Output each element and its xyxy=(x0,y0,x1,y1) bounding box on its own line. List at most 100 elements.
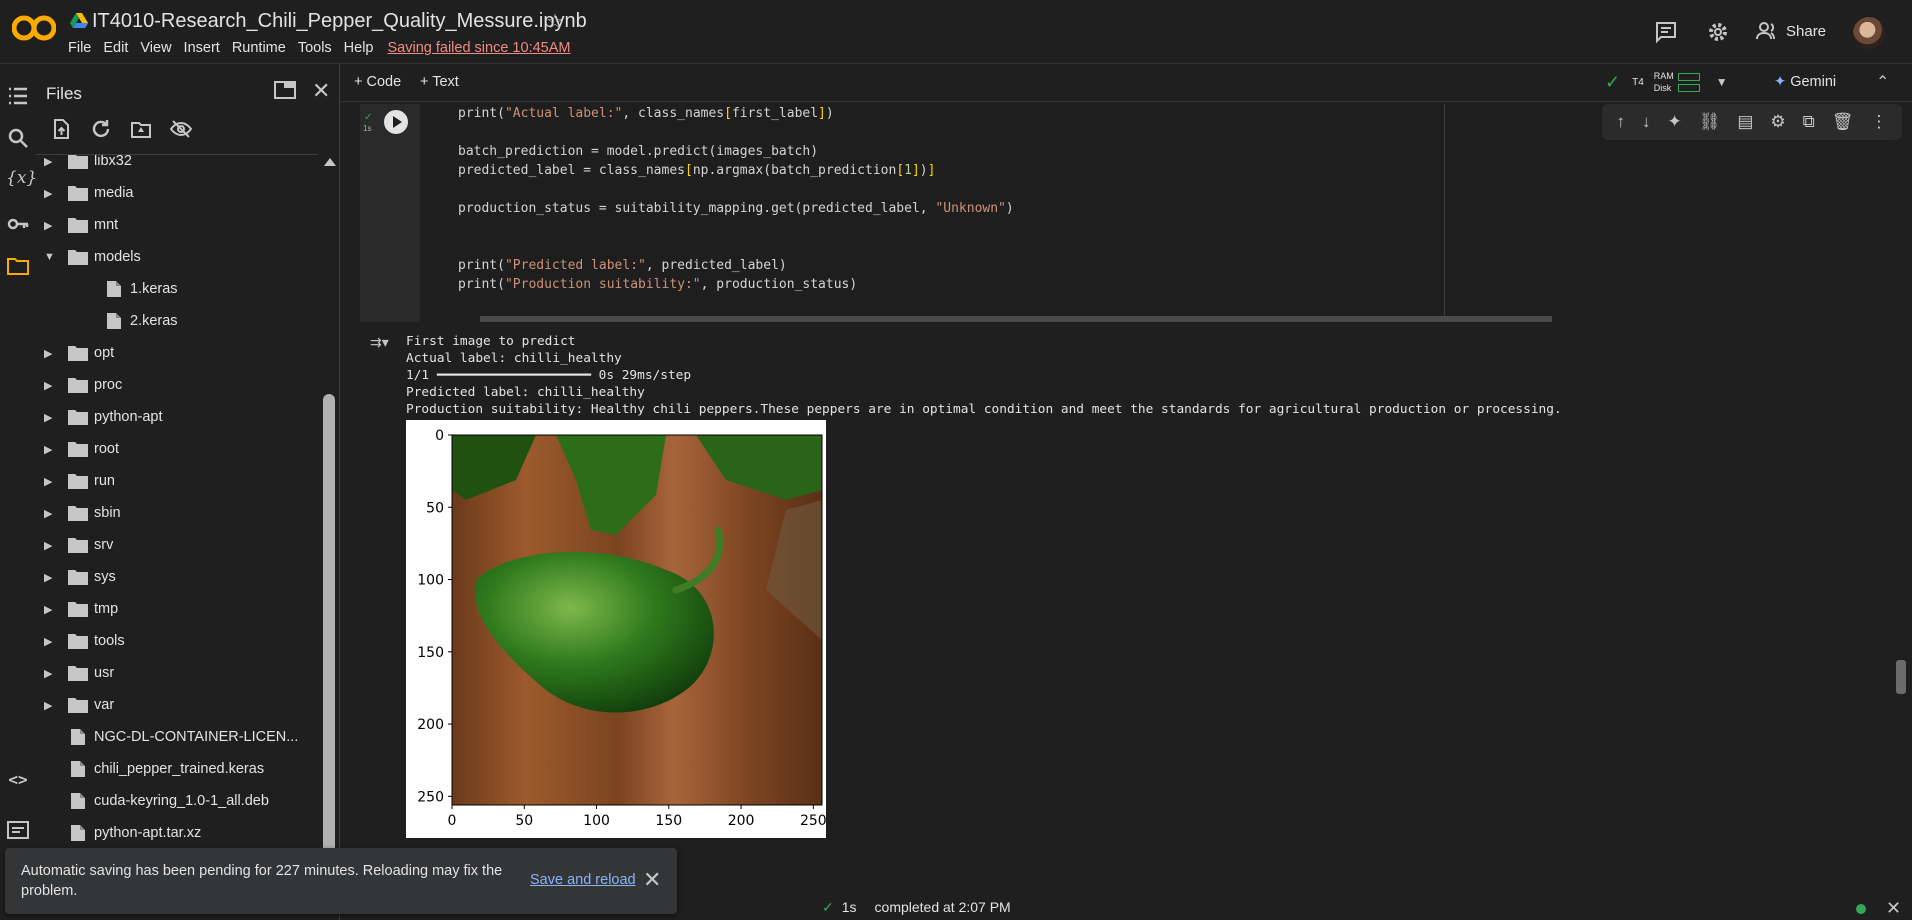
tree-item-label: 1.keras xyxy=(130,281,178,297)
scroll-up-arrow-icon[interactable] xyxy=(324,158,336,166)
caret-right-icon[interactable]: ▶ xyxy=(44,699,56,712)
caret-right-icon[interactable]: ▶ xyxy=(44,411,56,424)
search-icon[interactable] xyxy=(6,126,30,150)
mirror-cell-icon[interactable]: ⧉ xyxy=(1803,112,1815,132)
delete-icon[interactable]: 🗑 xyxy=(1832,112,1854,132)
close-icon[interactable]: ✕ xyxy=(643,867,661,893)
folder-icon[interactable] xyxy=(6,254,30,278)
tree-folder[interactable]: ▶ tmp xyxy=(36,593,318,625)
x-tick-label: 200 xyxy=(728,813,755,829)
caret-right-icon[interactable]: ▶ xyxy=(44,539,56,552)
notebook-title[interactable]: IT4010-Research_Chili_Pepper_Quality_Mes… xyxy=(92,10,587,33)
save-warning-link[interactable]: Saving failed since 10:45AM xyxy=(388,40,571,56)
tree-folder[interactable]: ▶ proc xyxy=(36,369,318,401)
runtime-status[interactable]: ✓ T4 RAM Disk ▼ xyxy=(1605,70,1728,94)
add-code-button[interactable]: + Code xyxy=(354,74,401,90)
terminal-icon[interactable] xyxy=(6,818,30,842)
caret-right-icon[interactable]: ▶ xyxy=(44,603,56,616)
caret-right-icon[interactable]: ▶ xyxy=(44,571,56,584)
table-of-contents-icon[interactable] xyxy=(6,84,30,108)
settings-icon[interactable] xyxy=(1706,20,1730,44)
folder-icon xyxy=(68,186,88,201)
menu-help[interactable]: Help xyxy=(344,40,374,56)
menu-view[interactable]: View xyxy=(140,40,171,56)
check-icon: ✓ xyxy=(822,899,834,915)
notebook-scroll-thumb[interactable] xyxy=(1896,660,1906,694)
caret-right-icon[interactable]: ▶ xyxy=(44,667,56,680)
file-tree-scroll-thumb[interactable] xyxy=(323,394,335,904)
code-snippets-icon[interactable]: <> xyxy=(6,770,30,794)
refresh-icon[interactable] xyxy=(90,118,112,140)
tree-folder[interactable]: ▶ srv xyxy=(36,529,318,561)
runtime-dropdown-icon[interactable]: ▼ xyxy=(1716,75,1728,89)
tree-folder[interactable]: ▶ media xyxy=(36,177,318,209)
add-text-button[interactable]: + Text xyxy=(420,74,459,90)
settings-icon[interactable]: ⚙ xyxy=(1770,112,1785,132)
menu-tools[interactable]: Tools xyxy=(298,40,332,56)
tree-file[interactable]: cuda-keyring_1.0-1_all.deb xyxy=(36,785,318,817)
code-horizontal-scrollbar[interactable] xyxy=(480,316,1552,322)
avatar[interactable] xyxy=(1853,17,1885,49)
menu-file[interactable]: File xyxy=(68,40,91,56)
folder-icon xyxy=(68,346,88,361)
execution-status[interactable]: ✓ 1s completed at 2:07 PM xyxy=(822,899,1011,916)
tree-file[interactable]: chili_pepper_trained.keras xyxy=(36,753,318,785)
collapse-header-icon[interactable]: ⌃ xyxy=(1876,72,1889,92)
move-down-icon[interactable]: ↓ xyxy=(1642,112,1651,132)
comment-icon[interactable] xyxy=(1654,20,1678,44)
menu-edit[interactable]: Edit xyxy=(103,40,128,56)
comment-icon[interactable]: ▤ xyxy=(1737,112,1753,132)
tree-file[interactable]: 1.keras xyxy=(36,273,318,305)
tree-folder[interactable]: ▶ root xyxy=(36,433,318,465)
tree-item-label: srv xyxy=(94,537,114,553)
tree-folder[interactable]: ▶ sbin xyxy=(36,497,318,529)
tree-folder[interactable]: ▶ run xyxy=(36,465,318,497)
variables-icon[interactable]: {x} xyxy=(6,168,37,192)
tree-file[interactable]: NGC-DL-CONTAINER-LICEN... xyxy=(36,721,318,753)
mount-drive-icon[interactable] xyxy=(130,118,152,140)
output-options-icon[interactable]: ⇉▾ xyxy=(370,334,389,351)
star-icon[interactable]: ☆ xyxy=(546,9,564,34)
tree-file[interactable]: 2.keras xyxy=(36,305,318,337)
tree-folder[interactable]: ▶ opt xyxy=(36,337,318,369)
caret-right-icon[interactable]: ▶ xyxy=(44,155,56,168)
menu-insert[interactable]: Insert xyxy=(184,40,220,56)
caret-down-icon[interactable]: ▼ xyxy=(44,251,56,263)
tree-folder[interactable]: ▶ python-apt xyxy=(36,401,318,433)
pepper-image xyxy=(452,435,822,805)
link-icon[interactable]: ⛓ xyxy=(1699,112,1721,132)
image-plot: 0 50 100 150 200 250 0 50 100 150 200 250 xyxy=(406,420,827,838)
gemini-sparkle-icon[interactable]: ✦ xyxy=(1668,112,1682,132)
save-and-reload-link[interactable]: Save and reload xyxy=(530,872,636,888)
status-time: 1s xyxy=(841,899,857,915)
menu-runtime[interactable]: Runtime xyxy=(232,40,286,56)
tree-folder[interactable]: ▶ usr xyxy=(36,657,318,689)
caret-right-icon[interactable]: ▶ xyxy=(44,219,56,232)
gemini-button[interactable]: ✦ Gemini xyxy=(1774,74,1836,90)
caret-right-icon[interactable]: ▶ xyxy=(44,507,56,520)
tree-file[interactable]: python-apt.tar.xz xyxy=(36,817,318,849)
colab-logo[interactable] xyxy=(12,14,56,42)
run-cell-button[interactable] xyxy=(384,110,408,134)
caret-right-icon[interactable]: ▶ xyxy=(44,443,56,456)
tree-folder[interactable]: ▶ libx32 xyxy=(36,155,318,177)
share-button[interactable]: Share xyxy=(1756,22,1826,40)
caret-right-icon[interactable]: ▶ xyxy=(44,475,56,488)
caret-right-icon[interactable]: ▶ xyxy=(44,379,56,392)
tree-folder[interactable]: ▶ mnt xyxy=(36,209,318,241)
close-icon[interactable]: ✕ xyxy=(312,78,330,104)
tree-folder[interactable]: ▼ models xyxy=(36,241,318,273)
open-in-tab-icon[interactable] xyxy=(274,80,296,100)
tree-folder[interactable]: ▶ var xyxy=(36,689,318,721)
tree-folder[interactable]: ▶ tools xyxy=(36,625,318,657)
more-options-icon[interactable]: ⋮ xyxy=(1870,112,1887,132)
key-icon[interactable] xyxy=(6,212,30,236)
tree-folder[interactable]: ▶ sys xyxy=(36,561,318,593)
close-icon[interactable]: ✕ xyxy=(1886,898,1901,919)
caret-right-icon[interactable]: ▶ xyxy=(44,187,56,200)
move-up-icon[interactable]: ↑ xyxy=(1617,112,1626,132)
hide-files-icon[interactable] xyxy=(170,118,192,140)
upload-file-icon[interactable] xyxy=(50,118,72,140)
caret-right-icon[interactable]: ▶ xyxy=(44,635,56,648)
caret-right-icon[interactable]: ▶ xyxy=(44,347,56,360)
